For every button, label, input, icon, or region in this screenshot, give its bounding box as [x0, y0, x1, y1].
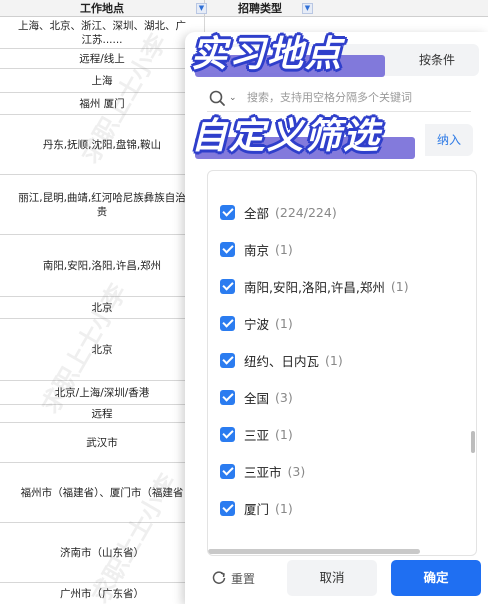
table-cell-location[interactable]: 上海: [0, 69, 205, 93]
checkbox-checked[interactable]: [220, 389, 235, 405]
table-cell-location[interactable]: 福州市（福建省）、厦门市（福建省: [0, 463, 205, 523]
filter-dropdown-icon[interactable]: ▼: [302, 3, 313, 14]
table-cell-location[interactable]: 武汉市: [0, 423, 205, 463]
search-icon[interactable]: [207, 87, 229, 109]
reset-button[interactable]: 重置: [211, 564, 255, 592]
reset-label: 重置: [231, 571, 256, 586]
list-item[interactable]: 三亚 (1): [220, 423, 293, 445]
list-item-label: 宁波: [244, 316, 270, 332]
table-cell-location[interactable]: 远程/线上: [0, 49, 205, 69]
column-header-recruit-type[interactable]: 招聘类型: [205, 0, 315, 17]
table-cell-location[interactable]: 丹东,抚顺,沈阳,盘锦,鞍山: [0, 115, 205, 175]
checkbox-checked[interactable]: [220, 352, 235, 368]
list-item-label: 三亚市: [244, 464, 282, 480]
list-item-label: 全部: [244, 205, 270, 221]
table-cell-location[interactable]: 济南市（山东省）: [0, 523, 205, 583]
chevron-down-icon[interactable]: ⌄: [229, 93, 243, 103]
table-cell-location[interactable]: 北京: [0, 319, 205, 381]
horizontal-scrollbar[interactable]: [208, 549, 420, 554]
sheet-header-row: 工作地点 ▼ 招聘类型 ▼: [0, 0, 488, 17]
include-button[interactable]: 纳入: [425, 124, 473, 156]
list-item[interactable]: 宁波 (1): [220, 312, 293, 334]
vertical-scrollbar[interactable]: [471, 431, 475, 453]
cancel-button[interactable]: 取消: [287, 560, 377, 596]
column-header-work-location[interactable]: 工作地点: [0, 0, 205, 17]
checkbox-checked[interactable]: [220, 241, 235, 257]
list-item[interactable]: 纽约、日内瓦 (1): [220, 349, 343, 371]
list-item[interactable]: 南阳,安阳,洛阳,许昌,郑州 (1): [220, 275, 409, 297]
checkbox-checked[interactable]: [220, 315, 235, 331]
table-cell-location[interactable]: 北京: [0, 297, 205, 319]
reset-icon: [212, 571, 226, 584]
list-item-label: 南京: [244, 242, 270, 258]
table-cell-location[interactable]: 广州市（广东省）: [0, 583, 205, 604]
value-list: 全部 (224/224) 南京 (1) 南阳,安阳,洛阳,许昌,郑州 (1) 宁波 (1) 纽约…: [207, 170, 477, 556]
search-bar: ⌄: [207, 84, 471, 112]
list-item-label: 南阳,安阳,洛阳,许昌,郑州: [244, 279, 385, 295]
overlay-title-line2: 自定义筛选: [191, 116, 382, 157]
list-item-label: 全国: [244, 390, 270, 406]
list-item[interactable]: 全部 (224/224): [220, 201, 337, 223]
list-item-label: 三亚: [244, 427, 270, 443]
list-item-count: (1): [275, 500, 293, 516]
table-cell-location[interactable]: 远程: [0, 405, 205, 423]
checkbox-checked[interactable]: [220, 426, 235, 442]
list-item-count: (3): [275, 389, 293, 405]
table-cell-location[interactable]: 丽江,昆明,曲靖,红河哈尼族彝族自治 贵: [0, 175, 205, 235]
list-item[interactable]: 南京 (1): [220, 238, 293, 260]
table-cell-location[interactable]: 上海、北京、浙江、深圳、湖北、广 江苏......: [0, 17, 205, 49]
list-item-count: (1): [275, 315, 293, 331]
checkbox-checked[interactable]: [220, 204, 235, 220]
list-item-count: (1): [325, 352, 343, 368]
table-cell-location[interactable]: 南阳,安阳,洛阳,许昌,郑州: [0, 235, 205, 297]
list-item-label: 纽约、日内瓦: [244, 353, 320, 369]
list-item[interactable]: 全国 (3): [220, 386, 293, 408]
checkbox-checked[interactable]: [220, 463, 235, 479]
confirm-button[interactable]: 确定: [391, 560, 481, 596]
checkbox-checked[interactable]: [220, 500, 235, 516]
list-item[interactable]: 厦门 (1): [220, 497, 293, 519]
list-item-count: (224/224): [275, 204, 337, 220]
list-item-count: (3): [287, 463, 306, 479]
overlay-title-line1: 实习地点: [191, 34, 344, 75]
table-cell-location[interactable]: 北京/上海/深圳/香港: [0, 381, 205, 405]
search-input[interactable]: [243, 91, 471, 104]
list-item-count: (1): [275, 426, 293, 442]
list-item[interactable]: 三亚市 (3): [220, 460, 305, 482]
tab-by-condition[interactable]: 按条件: [395, 44, 479, 76]
table-cell-location[interactable]: 福州 厦门: [0, 93, 205, 115]
list-item-count: (1): [390, 278, 409, 294]
list-item-label: 厦门: [244, 501, 270, 517]
checkbox-checked[interactable]: [220, 278, 235, 294]
list-item-count: (1): [275, 241, 293, 257]
